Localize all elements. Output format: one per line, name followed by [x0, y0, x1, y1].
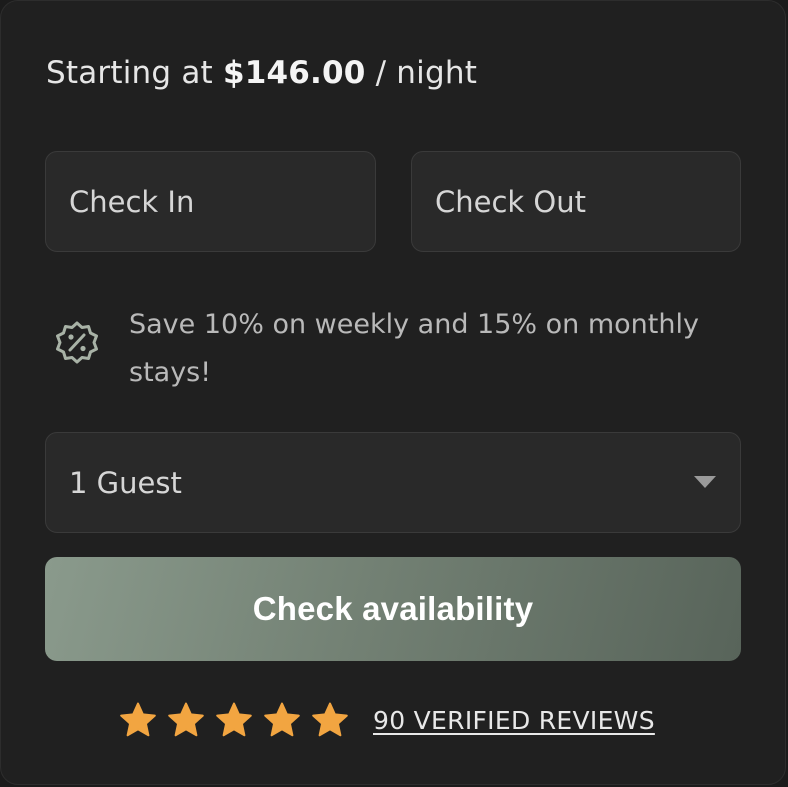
check-in-field[interactable]: Check In [45, 151, 376, 252]
discount-badge-icon [53, 319, 101, 367]
star-icon [311, 702, 349, 738]
check-out-label: Check Out [435, 184, 587, 219]
star-rating [119, 702, 349, 738]
guests-select[interactable]: 1 Guest [45, 432, 741, 533]
booking-card: Starting at $146.00 / night Check In Che… [0, 0, 786, 785]
check-in-label: Check In [69, 184, 195, 219]
check-out-field[interactable]: Check Out [411, 151, 741, 252]
price-line: Starting at $146.00 / night [46, 55, 477, 91]
guests-value: 1 Guest [69, 465, 182, 500]
reviews-summary: 90 VERIFIED REVIEWS [119, 697, 655, 743]
star-icon [263, 702, 301, 738]
star-icon [167, 702, 205, 738]
check-availability-button[interactable]: Check availability [45, 557, 741, 661]
price-suffix: / night [375, 55, 478, 91]
star-icon [215, 702, 253, 738]
price-amount: $146.00 [222, 55, 366, 91]
promo-text: Save 10% on weekly and 15% on monthly st… [129, 309, 699, 388]
verified-reviews-link[interactable]: 90 VERIFIED REVIEWS [373, 706, 655, 735]
caret-down-icon [694, 476, 716, 488]
star-icon [119, 702, 157, 738]
price-prefix: Starting at [46, 55, 213, 91]
